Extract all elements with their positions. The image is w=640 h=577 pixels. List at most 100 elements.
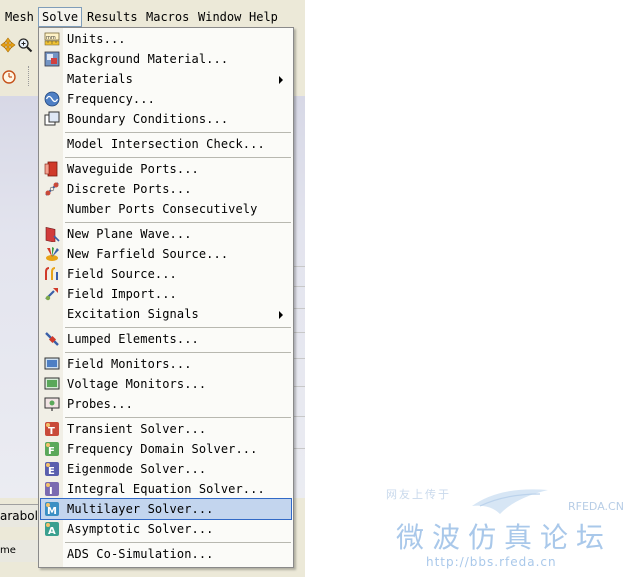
- navigation-tree-tab[interactable]: araboli: [0, 504, 40, 527]
- menu-item-model-intersection-check[interactable]: Model Intersection Check...: [41, 134, 291, 154]
- menu-item-probes[interactable]: Probes...: [41, 394, 291, 414]
- menu-item-field-monitors[interactable]: Field Monitors...: [41, 354, 291, 374]
- menu-item-label: New Plane Wave...: [67, 227, 192, 241]
- submenu-arrow-icon: [279, 311, 283, 319]
- waveguide-port-icon: [44, 161, 58, 177]
- svg-text:A: A: [48, 526, 56, 537]
- multilayer-solver-icon: M: [45, 502, 59, 517]
- menu-separator: [65, 222, 291, 223]
- menu-item-number-ports-consecutively[interactable]: Number Ports Consecutively: [41, 199, 291, 219]
- menu-separator: [65, 132, 291, 133]
- menu-item-frequency-domain-solver[interactable]: F Frequency Domain Solver...: [41, 439, 291, 459]
- menu-item-new-plane-wave[interactable]: New Plane Wave...: [41, 224, 291, 244]
- status-bar: me: [0, 540, 40, 562]
- frequency-domain-solver-icon: F: [45, 442, 59, 457]
- menu-item-label: Voltage Monitors...: [67, 377, 207, 391]
- svg-text:mm: mm: [46, 35, 56, 41]
- menu-item-integral-equation-solver[interactable]: I Integral Equation Solver...: [41, 479, 291, 499]
- menu-item-multilayer-solver[interactable]: M Multilayer Solver...: [40, 498, 292, 520]
- menu-item-label: Boundary Conditions...: [67, 112, 229, 126]
- menu-separator: [65, 327, 291, 328]
- menu-separator: [65, 542, 291, 543]
- menu-item-field-source[interactable]: Field Source...: [41, 264, 291, 284]
- menu-item-lumped-elements[interactable]: Lumped Elements...: [41, 329, 291, 349]
- status-label: me: [0, 545, 16, 556]
- menu-item-boundary-conditions[interactable]: Boundary Conditions...: [41, 109, 291, 129]
- menu-item-eigenmode-solver[interactable]: E Eigenmode Solver...: [41, 459, 291, 479]
- menu-item-background-material[interactable]: Background Material...: [41, 49, 291, 69]
- integral-equation-solver-icon: I: [45, 482, 59, 497]
- eigenmode-solver-icon: E: [45, 462, 59, 477]
- menu-item-label: Eigenmode Solver...: [67, 462, 207, 476]
- menu-item-label: Integral Equation Solver...: [67, 482, 265, 496]
- menu-item-ads-cosimulation[interactable]: ADS Co-Simulation...: [41, 544, 291, 564]
- asymptotic-solver-icon: A: [45, 522, 59, 537]
- background-material-icon: [44, 51, 60, 67]
- menu-separator: [65, 352, 291, 353]
- menu-item-label: Waveguide Ports...: [67, 162, 199, 176]
- field-monitor-icon: [44, 357, 60, 370]
- menu-item-asymptotic-solver[interactable]: A Asymptotic Solver...: [41, 519, 291, 539]
- lumped-element-icon: [45, 332, 59, 346]
- menu-help[interactable]: Help: [246, 8, 281, 26]
- farfield-source-icon: [46, 247, 59, 261]
- menu-item-label: Probes...: [67, 397, 133, 411]
- submenu-arrow-icon: [279, 76, 283, 84]
- menu-item-label: Units...: [67, 32, 126, 46]
- svg-text:I: I: [49, 486, 53, 497]
- field-source-icon: [45, 267, 58, 280]
- tab-label: araboli: [0, 509, 40, 523]
- menu-item-label: Field Source...: [67, 267, 177, 281]
- menu-item-label: Lumped Elements...: [67, 332, 199, 346]
- menu-item-materials[interactable]: Materials: [41, 69, 291, 89]
- menu-mesh[interactable]: Mesh: [2, 8, 37, 26]
- frequency-icon: [44, 91, 60, 107]
- plane-wave-icon: [45, 227, 60, 242]
- menu-item-voltage-monitors[interactable]: Voltage Monitors...: [41, 374, 291, 394]
- menu-item-label: Discrete Ports...: [67, 182, 192, 196]
- voltage-monitor-icon: [44, 377, 60, 390]
- toolbar: [0, 30, 40, 92]
- menu-item-label: Asymptotic Solver...: [67, 522, 214, 536]
- discrete-port-icon: [45, 182, 59, 196]
- menu-item-label: Excitation Signals: [67, 307, 199, 321]
- menu-item-label: Field Monitors...: [67, 357, 192, 371]
- units-icon: mm: [44, 32, 60, 46]
- menu-separator: [65, 417, 291, 418]
- timer-icon[interactable]: [0, 68, 16, 84]
- menu-item-frequency[interactable]: Frequency...: [41, 89, 291, 109]
- menu-solve[interactable]: Solve: [38, 7, 83, 27]
- menu-item-label: Multilayer Solver...: [67, 502, 214, 516]
- watermark-brand: RFEDA.CN: [568, 500, 624, 513]
- menu-item-label: Transient Solver...: [67, 422, 207, 436]
- pan-icon[interactable]: [0, 37, 16, 53]
- menu-item-label: Background Material...: [67, 52, 229, 66]
- menu-macros[interactable]: Macros: [143, 8, 192, 26]
- toolbar-separator: [28, 66, 30, 86]
- svg-text:M: M: [47, 506, 57, 517]
- watermark-title: 微波仿真论坛: [396, 521, 613, 554]
- menu-item-label: Field Import...: [67, 287, 177, 301]
- menu-item-waveguide-ports[interactable]: Waveguide Ports...: [41, 159, 291, 179]
- watermark-wing-icon: [472, 489, 548, 514]
- menu-item-new-farfield-source[interactable]: New Farfield Source...: [41, 244, 291, 264]
- menu-window[interactable]: Window: [195, 8, 244, 26]
- menu-item-label: Model Intersection Check...: [67, 137, 265, 151]
- solve-menu: mm Units... Background Material... Mater…: [38, 27, 294, 568]
- menu-item-field-import[interactable]: Field Import...: [41, 284, 291, 304]
- svg-text:F: F: [48, 446, 55, 457]
- menu-results[interactable]: Results: [84, 8, 141, 26]
- boundary-conditions-icon: [44, 111, 60, 126]
- zoom-icon[interactable]: [17, 37, 33, 53]
- menu-bar: Mesh Solve Results Macros Window Help: [0, 6, 305, 28]
- menu-item-label: New Farfield Source...: [67, 247, 229, 261]
- menu-item-units[interactable]: mm Units...: [41, 29, 291, 49]
- menu-item-discrete-ports[interactable]: Discrete Ports...: [41, 179, 291, 199]
- menu-item-excitation-signals[interactable]: Excitation Signals: [41, 304, 291, 324]
- menu-item-label: Number Ports Consecutively: [67, 202, 258, 216]
- menu-item-transient-solver[interactable]: T Transient Solver...: [41, 419, 291, 439]
- watermark-url: http://bbs.rfeda.cn: [426, 555, 557, 569]
- menu-item-label: Frequency Domain Solver...: [67, 442, 258, 456]
- field-import-icon: [45, 288, 58, 301]
- menu-item-label: ADS Co-Simulation...: [67, 547, 214, 561]
